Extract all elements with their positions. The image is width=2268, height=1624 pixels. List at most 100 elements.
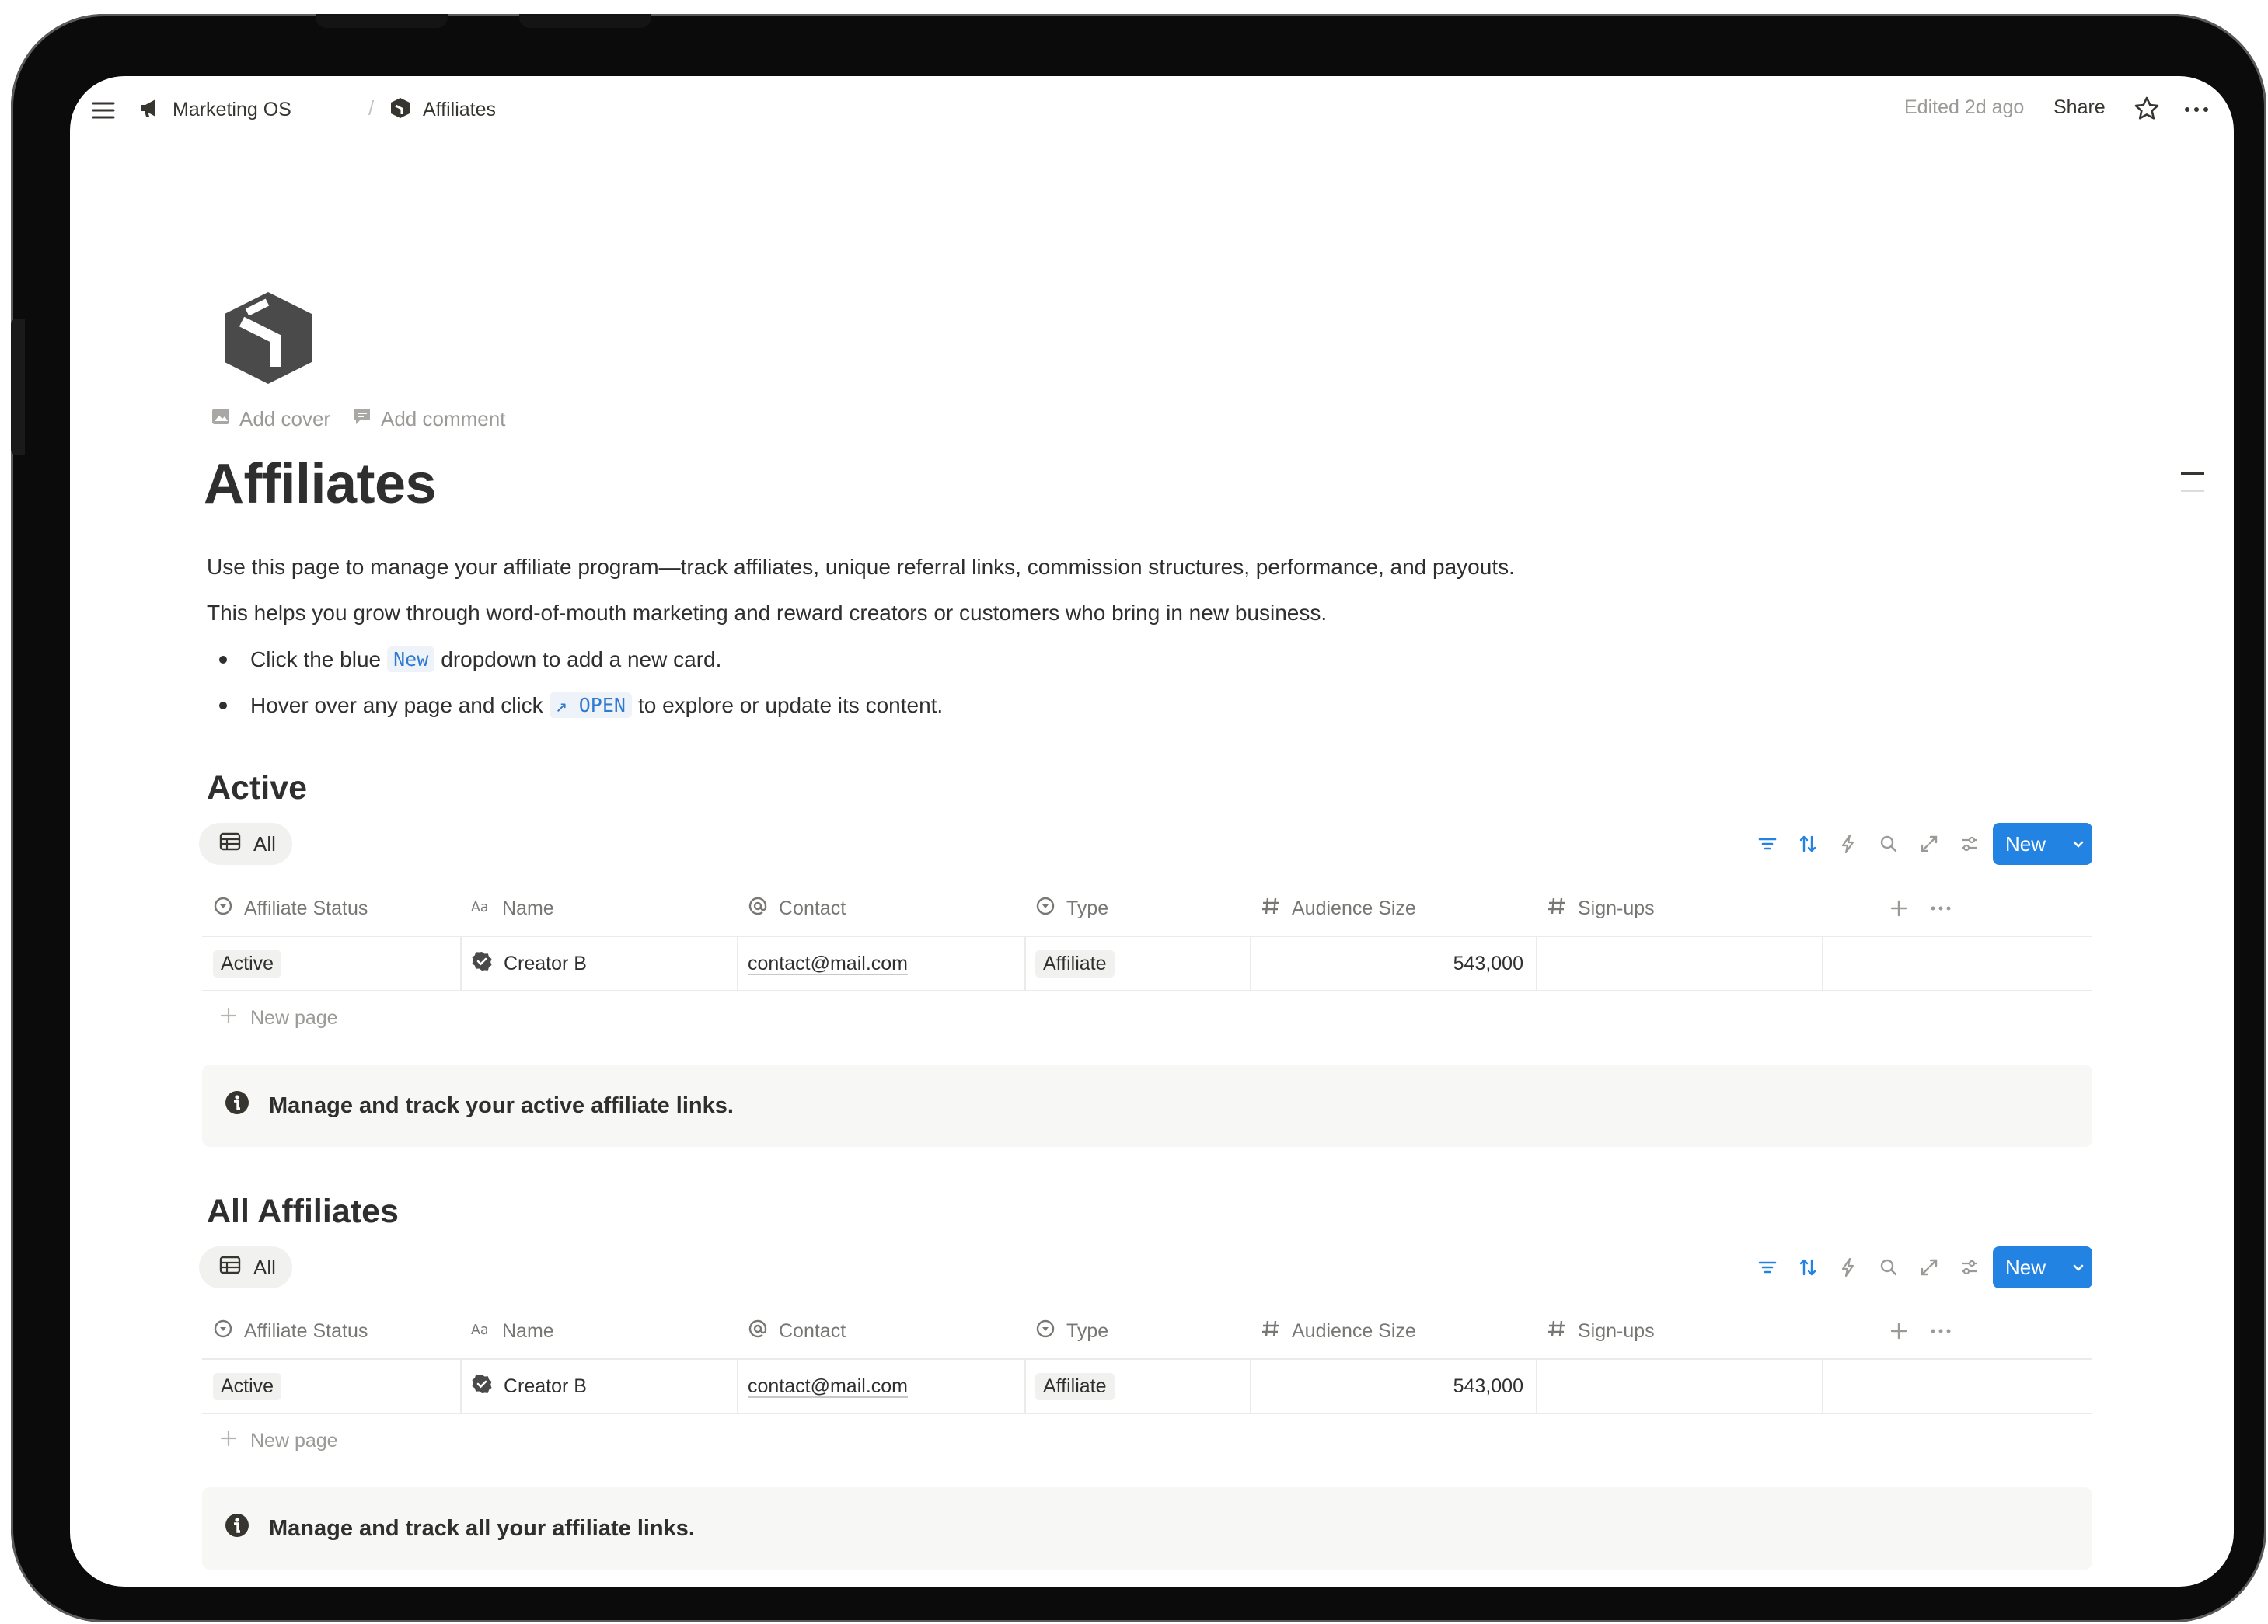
inline-code: ↗ OPEN bbox=[549, 692, 632, 718]
svg-text:Aa: Aa bbox=[471, 1322, 488, 1337]
add-property-icon[interactable] bbox=[1889, 881, 1909, 936]
share-button[interactable]: Share bbox=[2053, 96, 2106, 119]
app-screen: Marketing OS / Affiliates Edited 2d ago … bbox=[70, 76, 2234, 1587]
new-button-label: New bbox=[2005, 1255, 2046, 1279]
database-toolbar bbox=[1757, 833, 1980, 859]
select-property-icon bbox=[1035, 896, 1055, 922]
status-cell[interactable]: Active bbox=[213, 937, 282, 990]
add-property-icon[interactable] bbox=[1889, 1304, 1909, 1358]
sort-icon[interactable] bbox=[1797, 1256, 1819, 1282]
callout-text: Manage and track your active affiliate l… bbox=[269, 1093, 734, 1118]
top-bar: Marketing OS / Affiliates Edited 2d ago … bbox=[70, 76, 2234, 145]
database-table: Affiliate Status Aa Name Contact Type Audienc… bbox=[202, 1304, 2092, 1467]
contact-column-header[interactable]: Contact bbox=[748, 1304, 846, 1358]
contact-cell[interactable]: contact@mail.com bbox=[748, 937, 908, 990]
status-cell[interactable]: Active bbox=[213, 1360, 282, 1413]
search-icon[interactable] bbox=[1878, 1256, 1900, 1282]
contact-cell[interactable]: contact@mail.com bbox=[748, 1360, 908, 1413]
device-side-button bbox=[11, 319, 25, 455]
chevron-down-icon[interactable] bbox=[2064, 1260, 2092, 1275]
star-icon[interactable] bbox=[2133, 95, 2161, 123]
status-column-header[interactable]: Affiliate Status bbox=[213, 881, 368, 936]
signups-column-header[interactable]: Sign-ups bbox=[1547, 881, 1655, 936]
type-tag: Affiliate bbox=[1035, 1372, 1115, 1400]
column-options-icon[interactable] bbox=[1929, 881, 1952, 936]
settings-sliders-icon[interactable] bbox=[1959, 1256, 1980, 1282]
table-of-contents-indicator[interactable] bbox=[2181, 472, 2204, 507]
search-icon[interactable] bbox=[1878, 833, 1900, 859]
new-page-row[interactable]: New page bbox=[202, 1414, 2092, 1467]
name-column-header[interactable]: Aa Name bbox=[471, 881, 554, 936]
section-heading[interactable]: All Affiliates bbox=[207, 1193, 399, 1231]
new-page-row[interactable]: New page bbox=[202, 991, 2092, 1044]
type-cell[interactable]: Affiliate bbox=[1035, 1360, 1115, 1413]
view-tab-all[interactable]: All bbox=[199, 823, 292, 865]
number-property-icon bbox=[1261, 1319, 1281, 1344]
audience-size-cell[interactable]: 543,000 bbox=[1250, 937, 1536, 990]
database-table: Affiliate Status Aa Name Contact Type Audienc… bbox=[202, 881, 2092, 1044]
info-icon bbox=[224, 1089, 250, 1122]
section-heading[interactable]: Active bbox=[207, 769, 307, 807]
breadcrumb-item-affiliates[interactable]: Affiliates bbox=[389, 96, 496, 124]
table-row[interactable]: Active Creator B contact@mail.com Affiliate… bbox=[202, 1360, 2092, 1414]
table-row[interactable]: Active Creator B contact@mail.com Affiliate… bbox=[202, 937, 2092, 991]
name-column-header[interactable]: Aa Name bbox=[471, 1304, 554, 1358]
add-comment-button[interactable]: Add comment bbox=[351, 406, 505, 433]
signups-column-header[interactable]: Sign-ups bbox=[1547, 1304, 1655, 1358]
column-options-icon[interactable] bbox=[1929, 1304, 1952, 1358]
contact-email-link[interactable]: contact@mail.com bbox=[748, 1375, 908, 1398]
table-view-icon bbox=[219, 1256, 241, 1280]
audience-size-column-header[interactable]: Audience Size bbox=[1261, 881, 1416, 936]
expand-icon[interactable] bbox=[1918, 1256, 1940, 1282]
inline-code: New bbox=[387, 646, 435, 672]
status-column-header[interactable]: Affiliate Status bbox=[213, 1304, 368, 1358]
breadcrumb-item-marketing-os[interactable]: Marketing OS bbox=[138, 96, 291, 124]
contact-email-link[interactable]: contact@mail.com bbox=[748, 953, 908, 975]
hamburger-menu-icon[interactable] bbox=[90, 96, 118, 124]
page-title[interactable]: Affiliates bbox=[204, 452, 437, 516]
title-property-icon: Aa bbox=[471, 896, 491, 922]
expand-icon[interactable] bbox=[1918, 833, 1940, 859]
contact-column-header[interactable]: Contact bbox=[748, 881, 846, 936]
table-header-row: Affiliate Status Aa Name Contact Type Audienc… bbox=[202, 881, 2092, 937]
automation-lightning-icon[interactable] bbox=[1837, 1256, 1859, 1282]
status-tag: Active bbox=[213, 1372, 282, 1400]
info-callout: Manage and track all your affiliate link… bbox=[202, 1487, 2092, 1570]
type-column-header[interactable]: Type bbox=[1035, 881, 1108, 936]
add-cover-button[interactable]: Add cover bbox=[210, 406, 330, 433]
description-paragraph: This helps you grow through word-of-mout… bbox=[207, 601, 1328, 625]
email-property-icon bbox=[748, 1319, 768, 1344]
number-property-icon bbox=[1547, 1319, 1567, 1344]
number-property-icon bbox=[1261, 896, 1281, 922]
breadcrumb-separator: / bbox=[368, 96, 375, 120]
more-options-icon[interactable] bbox=[2183, 96, 2210, 123]
filter-icon[interactable] bbox=[1757, 1256, 1778, 1282]
filter-icon[interactable] bbox=[1757, 833, 1778, 859]
verified-badge-icon bbox=[471, 950, 493, 978]
comment-icon bbox=[351, 406, 373, 433]
view-tab-all[interactable]: All bbox=[199, 1246, 292, 1288]
name-cell[interactable]: Creator B bbox=[471, 937, 587, 990]
new-button-label: New bbox=[2005, 831, 2046, 856]
plus-icon bbox=[219, 1006, 238, 1030]
select-property-icon bbox=[1035, 1319, 1055, 1344]
type-cell[interactable]: Affiliate bbox=[1035, 937, 1115, 990]
new-button[interactable]: New bbox=[1993, 823, 2092, 865]
sort-icon[interactable] bbox=[1797, 833, 1819, 859]
view-tab-label: All bbox=[253, 831, 276, 856]
chevron-down-icon[interactable] bbox=[2064, 836, 2092, 852]
name-cell[interactable]: Creator B bbox=[471, 1360, 587, 1413]
type-column-header[interactable]: Type bbox=[1035, 1304, 1108, 1358]
email-property-icon bbox=[748, 896, 768, 922]
new-button[interactable]: New bbox=[1993, 1246, 2092, 1288]
new-page-label: New page bbox=[250, 1006, 338, 1029]
type-tag: Affiliate bbox=[1035, 950, 1115, 978]
page-cube-icon[interactable] bbox=[216, 284, 320, 389]
image-icon bbox=[210, 406, 232, 433]
automation-lightning-icon[interactable] bbox=[1837, 833, 1859, 859]
settings-sliders-icon[interactable] bbox=[1959, 833, 1980, 859]
audience-size-cell[interactable]: 543,000 bbox=[1250, 1360, 1536, 1413]
name-value: Creator B bbox=[504, 1375, 587, 1397]
add-comment-label: Add comment bbox=[381, 407, 506, 430]
audience-size-column-header[interactable]: Audience Size bbox=[1261, 1304, 1416, 1358]
